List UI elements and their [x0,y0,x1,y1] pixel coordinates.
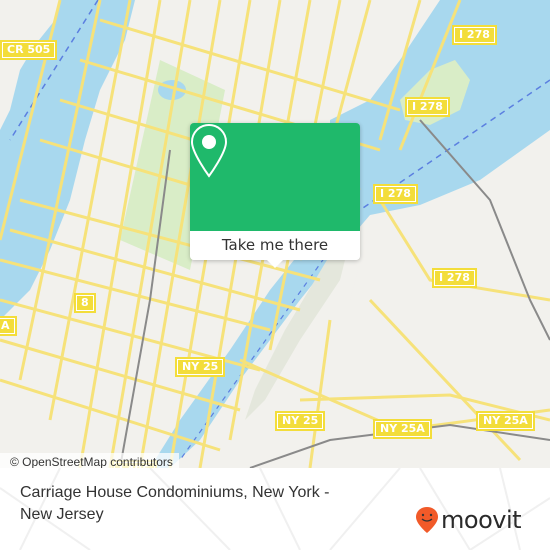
place-title: Carriage House Condominiums, New York - … [20,484,330,523]
road-label-ny25: NY 25 [175,357,226,377]
road-label-ny25a: NY 25A [476,411,535,431]
popup-header [190,123,360,231]
map-pin-icon [190,123,228,178]
road-label-8: 8 [74,293,96,313]
road-label-ny25: NY 25 [275,411,326,431]
road-label-a: A [0,316,17,336]
moovit-logo[interactable]: moovit [415,506,522,534]
road-label-ny25a: NY 25A [373,419,432,439]
moovit-pin-icon [416,507,438,533]
popup-tail [267,260,283,268]
road-label-i278: I 278 [452,25,497,45]
map-view[interactable]: CR 505 I 278 I 278 I 278 I 278 8 A NY 25… [0,0,550,468]
brand-name: moovit [441,506,522,534]
road-label-i278: I 278 [405,97,450,117]
take-me-there-button[interactable]: Take me there [190,231,360,260]
road-label-i278: I 278 [432,268,477,288]
location-popup: Take me there [190,123,360,268]
road-label-i278: I 278 [373,184,418,204]
road-label-cr505: CR 505 [0,40,58,60]
footer: Carriage House Condominiums, New York - … [0,468,550,550]
